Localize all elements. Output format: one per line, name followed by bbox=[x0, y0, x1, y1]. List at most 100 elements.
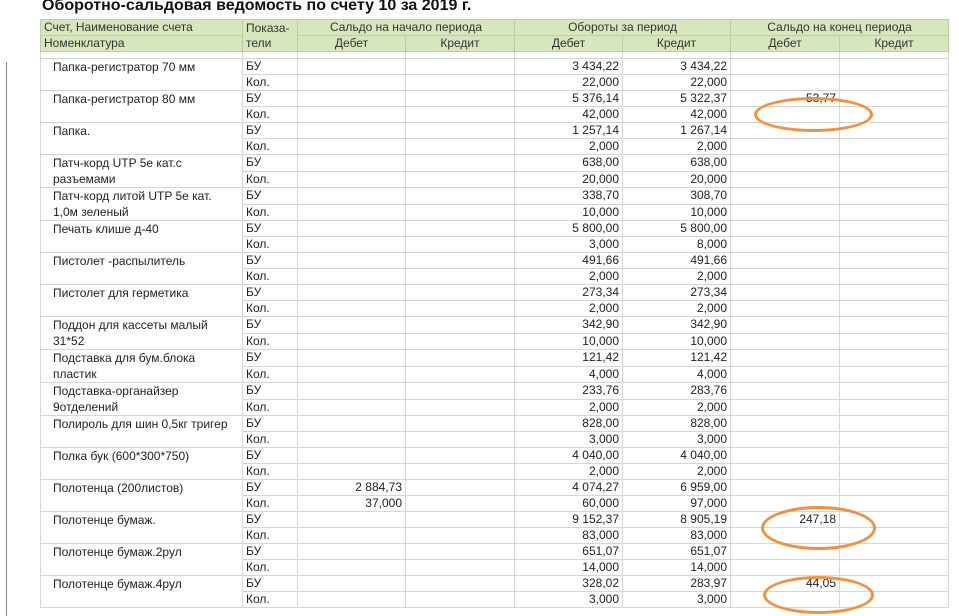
table-row[interactable]: Полка бук (600*300*750) БУ 4 040,00 4 040,0… bbox=[40, 447, 950, 480]
closing-credit-cell[interactable] bbox=[839, 382, 950, 400]
closing-credit-cell[interactable] bbox=[839, 236, 950, 253]
opening-credit-cell[interactable] bbox=[405, 447, 515, 464]
indicator-cell[interactable]: БУ bbox=[242, 543, 298, 560]
turnover-debit-cell[interactable]: 2,000 bbox=[514, 268, 623, 285]
opening-credit-cell[interactable] bbox=[405, 187, 515, 205]
turnover-debit-cell[interactable]: 828,00 bbox=[514, 415, 623, 432]
turnover-debit-cell[interactable]: 338,70 bbox=[514, 187, 623, 205]
opening-debit-cell[interactable] bbox=[297, 236, 406, 253]
turnover-credit-cell[interactable]: 8 905,19 bbox=[621, 511, 732, 528]
turnover-debit-cell[interactable]: 1 257,14 bbox=[514, 122, 623, 139]
turnover-debit-cell[interactable]: 233,76 bbox=[514, 382, 623, 400]
indicator-cell[interactable]: БУ bbox=[242, 349, 298, 367]
opening-debit-cell[interactable] bbox=[297, 74, 406, 91]
closing-debit-cell[interactable] bbox=[730, 463, 841, 480]
opening-debit-cell[interactable] bbox=[297, 559, 406, 576]
opening-debit-cell[interactable] bbox=[297, 332, 406, 350]
opening-credit-cell[interactable] bbox=[405, 349, 515, 367]
opening-credit-cell[interactable] bbox=[405, 154, 515, 172]
turnover-credit-cell[interactable]: 6 959,00 bbox=[621, 479, 732, 496]
nomenclature-name[interactable]: Подставка для бум.блока пластик bbox=[40, 349, 243, 383]
opening-credit-cell[interactable] bbox=[405, 527, 515, 544]
closing-credit-cell[interactable] bbox=[839, 349, 950, 367]
nomenclature-name[interactable]: Пистолет для герметика bbox=[40, 284, 243, 317]
nomenclature-name[interactable]: Полироль для шин 0,5кг тригер bbox=[40, 415, 243, 448]
opening-debit-cell[interactable] bbox=[297, 431, 406, 448]
turnover-debit-cell[interactable]: 651,07 bbox=[514, 543, 623, 560]
closing-credit-cell[interactable] bbox=[839, 90, 950, 107]
opening-credit-cell[interactable] bbox=[405, 300, 515, 317]
indicator-cell[interactable]: БУ bbox=[242, 382, 298, 400]
table-row[interactable]: Поддон для кассеты малый 31*52 БУ 342,90 34… bbox=[40, 316, 950, 350]
opening-debit-cell[interactable] bbox=[297, 170, 406, 188]
opening-credit-cell[interactable] bbox=[405, 268, 515, 285]
closing-credit-cell[interactable] bbox=[839, 300, 950, 317]
turnover-credit-cell[interactable]: 2,000 bbox=[621, 300, 732, 317]
opening-credit-cell[interactable] bbox=[405, 463, 515, 480]
indicator-cell[interactable]: БУ bbox=[242, 575, 298, 592]
turnover-debit-cell[interactable]: 2,000 bbox=[514, 463, 623, 480]
opening-debit-cell[interactable] bbox=[297, 252, 406, 269]
opening-credit-cell[interactable] bbox=[405, 382, 515, 400]
closing-debit-cell[interactable] bbox=[730, 559, 841, 576]
opening-credit-cell[interactable] bbox=[405, 479, 515, 496]
indicator-cell[interactable]: БУ bbox=[242, 447, 298, 464]
closing-debit-cell[interactable] bbox=[730, 122, 841, 139]
table-row[interactable]: Полотенце бумаж.2рул БУ 651,07 651,07 bbox=[40, 543, 950, 576]
turnover-credit-cell[interactable]: 83,000 bbox=[621, 527, 732, 544]
turnover-debit-cell[interactable]: 121,42 bbox=[514, 349, 623, 367]
opening-debit-cell[interactable] bbox=[297, 447, 406, 464]
opening-debit-cell[interactable] bbox=[297, 122, 406, 139]
turnover-credit-cell[interactable]: 5 800,00 bbox=[621, 220, 732, 237]
indicator-cell[interactable]: БУ bbox=[242, 284, 298, 301]
opening-credit-cell[interactable] bbox=[405, 138, 515, 155]
turnover-debit-cell[interactable]: 5 800,00 bbox=[514, 220, 623, 237]
closing-debit-cell[interactable] bbox=[730, 300, 841, 317]
closing-credit-cell[interactable] bbox=[839, 431, 950, 448]
closing-debit-cell[interactable] bbox=[730, 495, 841, 512]
closing-debit-cell[interactable] bbox=[730, 236, 841, 253]
opening-debit-cell[interactable]: 37,000 bbox=[297, 495, 406, 512]
turnover-debit-cell[interactable]: 491,66 bbox=[514, 252, 623, 269]
indicator-cell[interactable]: Кол. bbox=[242, 170, 298, 188]
nomenclature-name[interactable]: Папка-регистратор 80 мм bbox=[40, 90, 243, 123]
opening-credit-cell[interactable] bbox=[405, 543, 515, 560]
table-row[interactable]: Пистолет для герметика БУ 273,34 273,34 bbox=[40, 284, 950, 317]
turnover-credit-cell[interactable]: 491,66 bbox=[621, 252, 732, 269]
turnover-debit-cell[interactable]: 2,000 bbox=[514, 398, 623, 416]
opening-credit-cell[interactable] bbox=[405, 559, 515, 576]
opening-credit-cell[interactable] bbox=[405, 203, 515, 221]
indicator-cell[interactable]: Кол. bbox=[242, 236, 298, 253]
table-row[interactable]: Пистолет -распылитель БУ 491,66 491,66 bbox=[40, 252, 950, 285]
closing-debit-cell[interactable] bbox=[730, 106, 841, 123]
closing-debit-cell[interactable] bbox=[730, 527, 841, 544]
closing-credit-cell[interactable] bbox=[839, 58, 950, 75]
table-row[interactable]: Печать клише д-40 БУ 5 800,00 5 800,00 bbox=[40, 220, 950, 253]
closing-credit-cell[interactable] bbox=[839, 154, 950, 172]
indicator-cell[interactable]: БУ bbox=[242, 511, 298, 528]
closing-credit-cell[interactable] bbox=[839, 415, 950, 432]
closing-credit-cell[interactable] bbox=[839, 170, 950, 188]
opening-debit-cell[interactable] bbox=[297, 365, 406, 383]
indicator-cell[interactable]: Кол. bbox=[242, 559, 298, 576]
table-row[interactable]: Папка-регистратор 70 мм БУ 3 434,22 3 434,2… bbox=[40, 58, 950, 91]
turnover-credit-cell[interactable]: 2,000 bbox=[621, 268, 732, 285]
opening-credit-cell[interactable] bbox=[405, 106, 515, 123]
table-row[interactable]: Патч-корд UTP 5е кат.с разъемами БУ 638,00… bbox=[40, 154, 950, 188]
opening-debit-cell[interactable] bbox=[297, 316, 406, 334]
table-row[interactable]: Полотенца (200листов) БУ 2 884,73 4 074,27 6… bbox=[40, 479, 950, 512]
turnover-debit-cell[interactable]: 10,000 bbox=[514, 203, 623, 221]
opening-debit-cell[interactable] bbox=[297, 398, 406, 416]
opening-debit-cell[interactable] bbox=[297, 511, 406, 528]
nomenclature-name[interactable]: Поддон для кассеты малый 31*52 bbox=[40, 316, 243, 350]
indicator-cell[interactable]: Кол. bbox=[242, 74, 298, 91]
opening-credit-cell[interactable] bbox=[405, 220, 515, 237]
turnover-debit-cell[interactable]: 328,02 bbox=[514, 575, 623, 592]
indicator-cell[interactable]: Кол. bbox=[242, 138, 298, 155]
closing-debit-cell[interactable] bbox=[730, 591, 841, 608]
turnover-credit-cell[interactable]: 97,000 bbox=[621, 495, 732, 512]
indicator-cell[interactable]: Кол. bbox=[242, 527, 298, 544]
closing-debit-cell[interactable]: 247,18 bbox=[730, 511, 841, 528]
turnover-debit-cell[interactable]: 2,000 bbox=[514, 300, 623, 317]
closing-credit-cell[interactable] bbox=[839, 591, 950, 608]
